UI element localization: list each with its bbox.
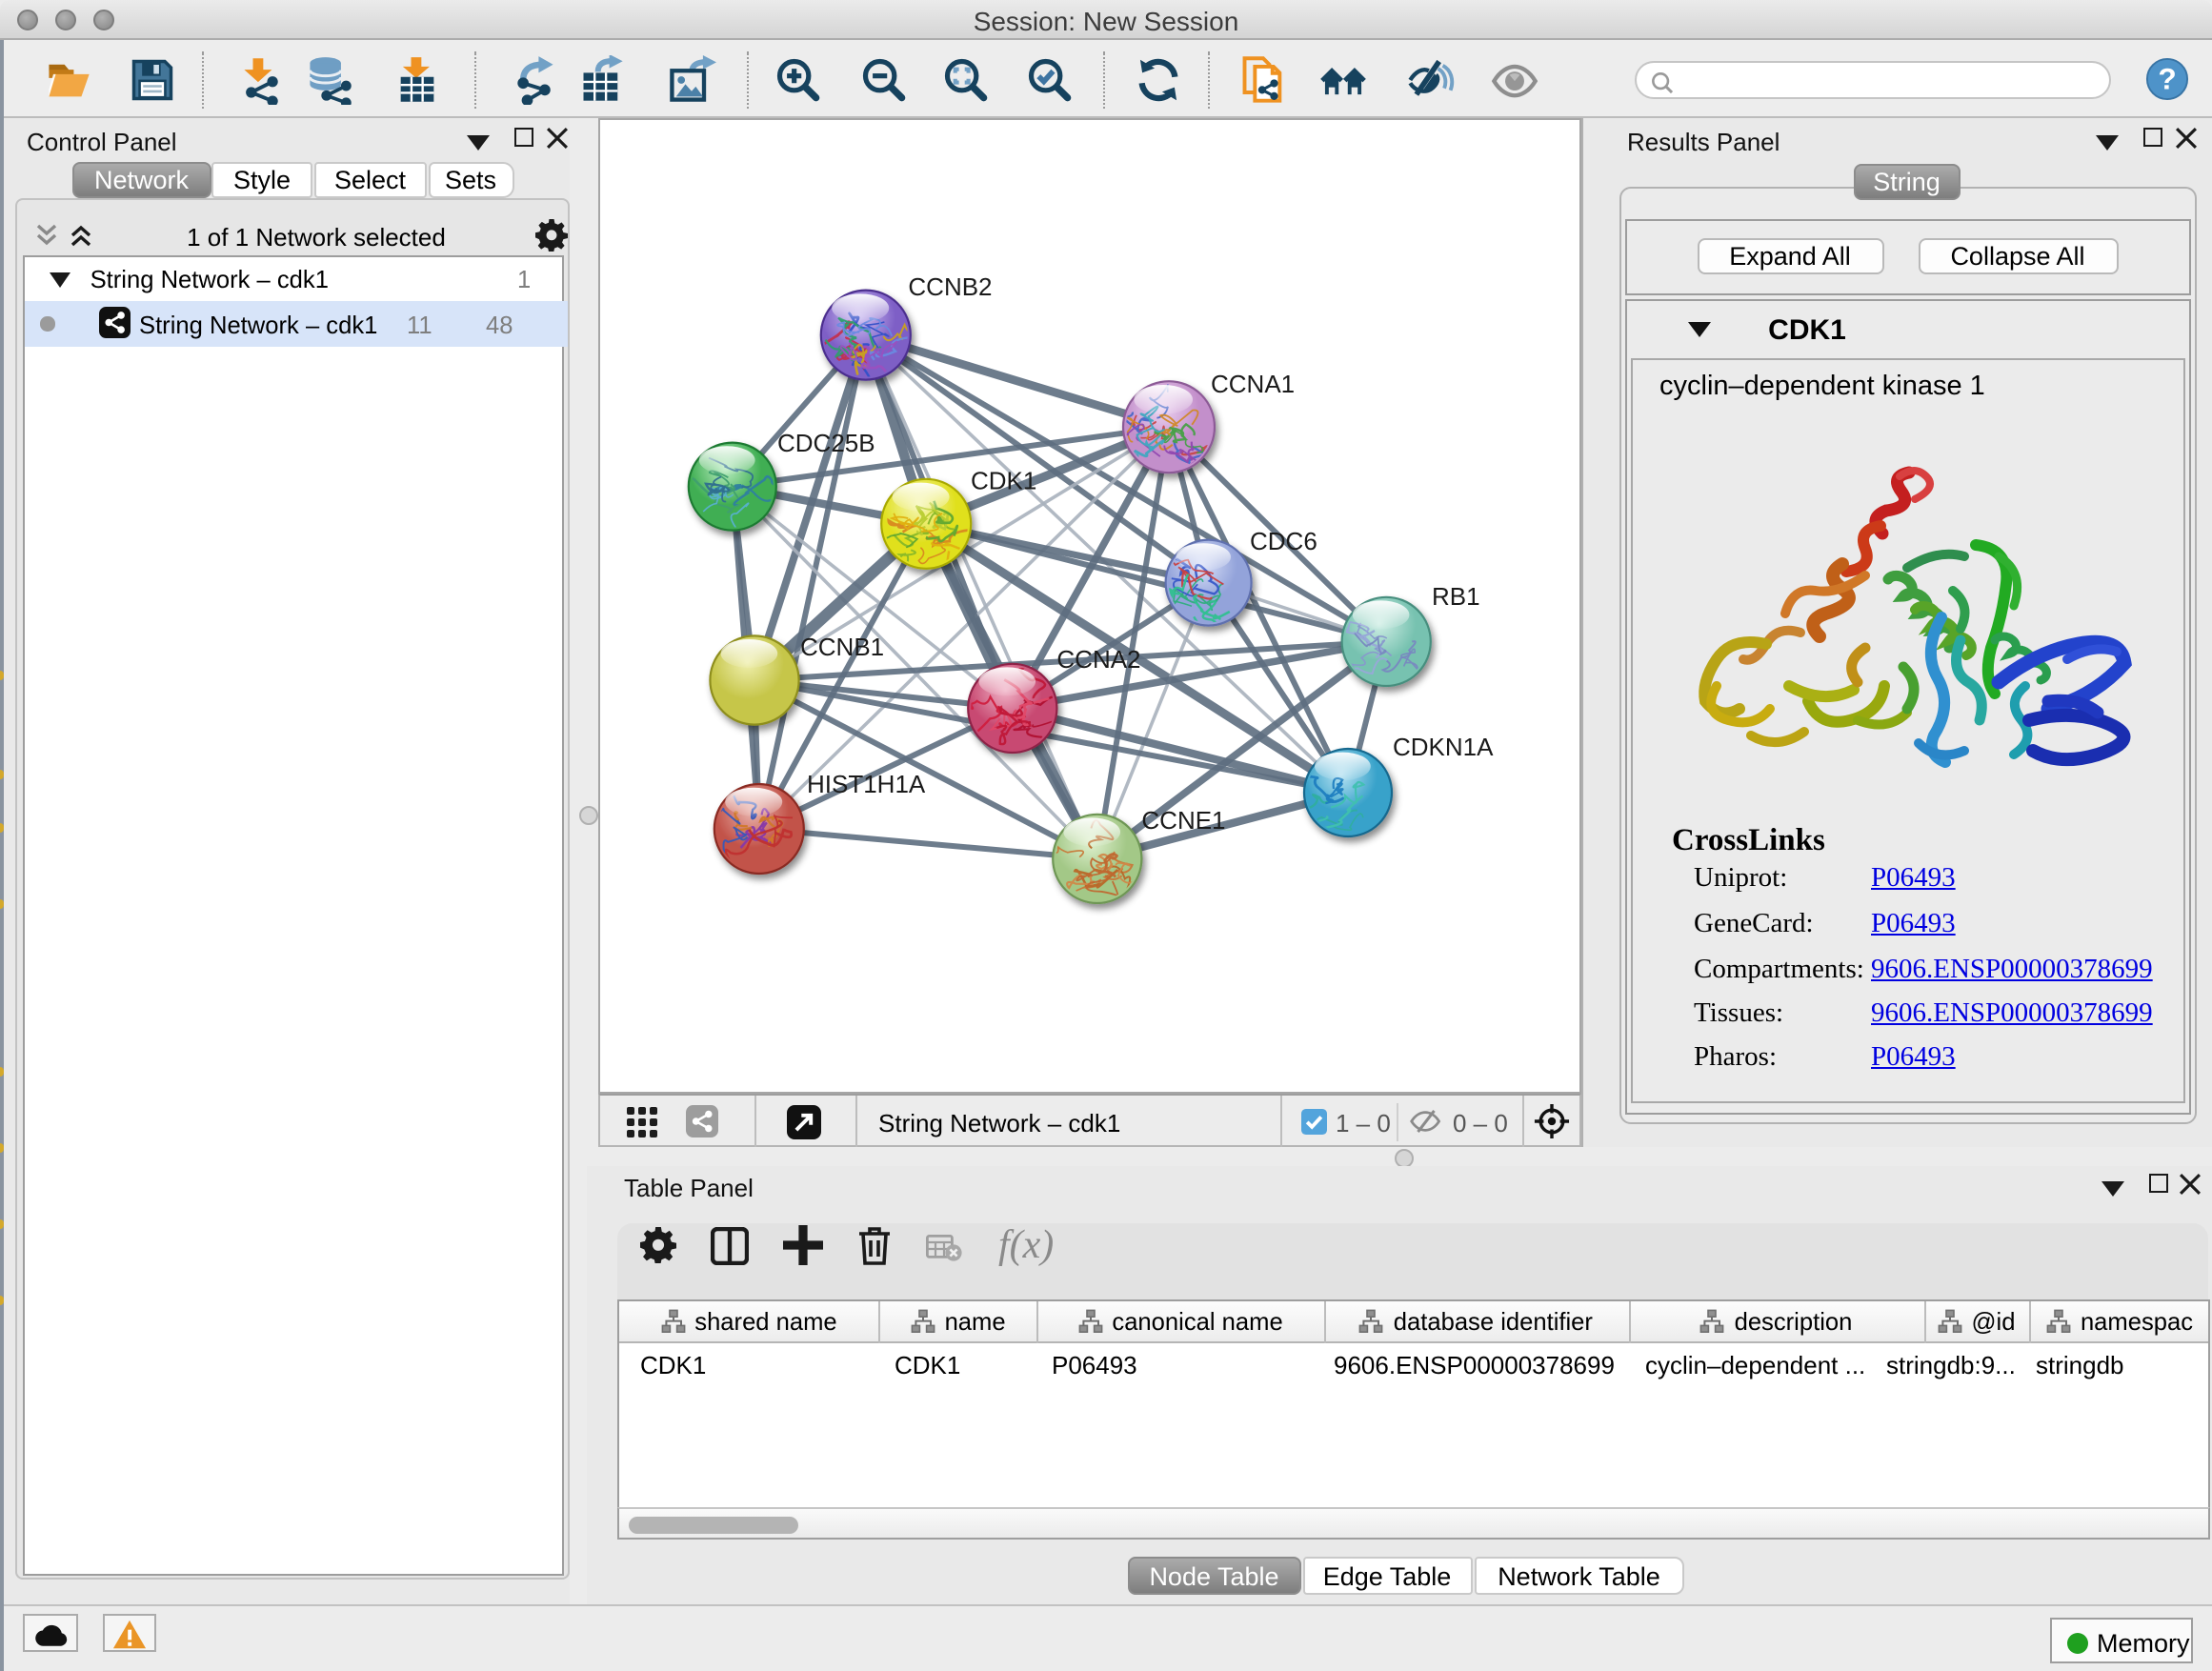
svg-text:CDKN1A: CDKN1A [1393, 733, 1494, 761]
svg-text:HIST1H1A: HIST1H1A [807, 770, 926, 798]
svg-text:CCNA2: CCNA2 [1056, 645, 1140, 674]
svg-text:RB1: RB1 [1432, 582, 1480, 611]
svg-text:CDC6: CDC6 [1250, 527, 1317, 555]
svg-text:CCNE1: CCNE1 [1141, 806, 1225, 835]
svg-text:CCNB1: CCNB1 [800, 633, 884, 661]
svg-text:CCNA1: CCNA1 [1211, 370, 1295, 398]
svg-text:CDC25B: CDC25B [777, 429, 875, 457]
svg-text:?: ? [2158, 62, 2176, 96]
svg-text:CDK1: CDK1 [971, 467, 1036, 495]
svg-text:CCNB2: CCNB2 [908, 272, 992, 301]
